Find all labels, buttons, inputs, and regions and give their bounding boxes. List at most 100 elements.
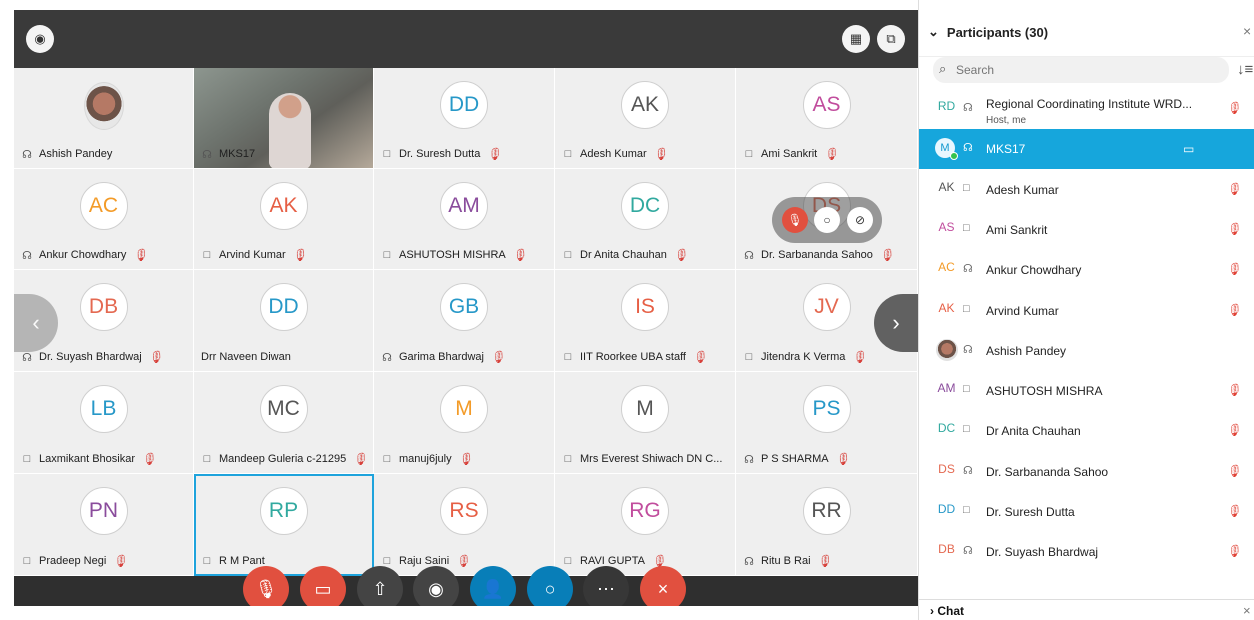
- phone-icon: □: [203, 453, 211, 465]
- participant-row[interactable]: ☊ Ashish Pandey: [919, 331, 1254, 371]
- participant-tile[interactable]: AS □ Ami Sankrit 🎙: [736, 68, 918, 169]
- participant-tile[interactable]: DC □ Dr Anita Chauhan 🎙: [555, 169, 736, 270]
- phone-icon: □: [745, 351, 753, 363]
- participant-name: MKS17: [986, 142, 1026, 157]
- muted-mic-icon: 🎙: [291, 248, 307, 262]
- participant-row[interactable]: AM □ ASHUTOSH MISHRA 🎙: [919, 371, 1254, 411]
- participant-row[interactable]: RD ☊ Regional Coordinating Institute WRD..…: [919, 89, 1254, 129]
- participant-tile[interactable]: M □ Mrs Everest Shiwach DN C... 🎙: [555, 372, 736, 474]
- muted-mic-icon: 🎙: [823, 147, 839, 161]
- participant-label: ☊ Garima Bhardwaj 🎙: [381, 348, 548, 366]
- participant-label: □ Adesh Kumar 🎙: [562, 145, 729, 163]
- participant-name: Ami Sankrit: [761, 148, 818, 160]
- participant-row[interactable]: AK □ Arvind Kumar 🎙: [919, 291, 1254, 331]
- share-icon: ⇧: [372, 578, 388, 599]
- participant-row[interactable]: AS □ Ami Sankrit 🎙: [919, 210, 1254, 250]
- participant-name: Dr. Suresh Dutta: [986, 505, 1075, 519]
- participant-row[interactable]: M ☊ MKS17 ▭: [919, 129, 1254, 170]
- participant-photo: [83, 82, 124, 130]
- phone-icon: □: [564, 453, 572, 465]
- participants-panel: ⌄ Participants (30) × ⌕ ↓≡ RD ☊ Regional Co…: [918, 0, 1254, 620]
- muted-mic-icon: 🎙: [1226, 221, 1242, 236]
- participant-tile[interactable]: DD Drr Naveen Diwan: [194, 270, 374, 372]
- info-button[interactable]: ◉: [26, 25, 54, 53]
- participant-name: Dr. Sarbananda Sahoo: [761, 249, 873, 261]
- participant-tile[interactable]: RG □ RAVI GUPTA 🎙: [555, 474, 736, 576]
- participant-label: ☊ Ankur Chowdhary 🎙: [21, 246, 187, 264]
- tile-remove-button[interactable]: ⊘: [847, 207, 873, 233]
- chevron-right-icon: ›: [930, 604, 934, 618]
- participants-title-group[interactable]: ⌄ Participants (30): [928, 24, 1048, 40]
- participant-label: □ Jitendra K Verma 🎙: [743, 348, 911, 366]
- chevron-right-icon: ›: [892, 310, 900, 335]
- participant-tile[interactable]: AC ☊ Ankur Chowdhary 🎙: [14, 169, 194, 270]
- muted-mic-icon: 🎙: [489, 350, 506, 364]
- participant-label: □ Mandeep Guleria c-21295 🎙: [201, 450, 367, 468]
- participant-label: □ Arvind Kumar 🎙: [201, 246, 367, 264]
- participant-label: □ Mrs Everest Shiwach DN C... 🎙: [562, 450, 729, 468]
- participant-avatar: M: [621, 385, 669, 433]
- participant-tile[interactable]: DD □ Dr. Suresh Dutta 🎙: [374, 68, 555, 169]
- chat-label[interactable]: › Chat: [930, 604, 964, 618]
- participant-avatar: AS: [802, 81, 851, 129]
- phone-icon: □: [383, 453, 391, 465]
- close-chat-button[interactable]: ×: [1243, 603, 1251, 618]
- participant-avatar: AK: [621, 81, 669, 129]
- participant-row[interactable]: AK □ Adesh Kumar 🎙: [919, 170, 1254, 210]
- participant-tile[interactable]: RP □ R M Pant: [194, 474, 374, 576]
- participant-initials: DC: [937, 421, 956, 436]
- participant-tile[interactable]: PS ☊ P S SHARMA 🎙: [736, 372, 918, 474]
- video-area: ◉ ▦ ⧉ ☊ Ashish Pandey ☊ MKS17 DD □ Dr. Suresh …: [0, 0, 918, 620]
- participant-name: P S SHARMA: [761, 453, 829, 465]
- participant-tile[interactable]: GB ☊ Garima Bhardwaj 🎙: [374, 270, 555, 372]
- participant-row[interactable]: DB ☊ Dr. Suyash Bhardwaj 🎙: [919, 532, 1254, 572]
- muted-mic-icon: 🎙: [878, 248, 895, 262]
- participants-header: ⌄ Participants (30) ×: [919, 0, 1254, 57]
- participant-label: □ RAVI GUPTA 🎙: [562, 552, 729, 570]
- tile-chat-button[interactable]: ○: [814, 207, 840, 233]
- participant-list: RD ☊ Regional Coordinating Institute WRD..…: [919, 89, 1254, 598]
- participant-row[interactable]: DS ☊ Dr. Sarbananda Sahoo 🎙: [919, 452, 1254, 492]
- participant-tile[interactable]: ☊ MKS17: [194, 68, 374, 169]
- muted-mic-icon: 🎙: [1226, 181, 1242, 196]
- participant-row[interactable]: DD □ Dr. Suresh Dutta 🎙: [919, 492, 1254, 532]
- participant-tile[interactable]: RS □ Raju Saini 🎙: [374, 474, 555, 576]
- muted-mic-icon: 🎙: [141, 452, 157, 466]
- participant-tile[interactable]: AM □ ASHUTOSH MISHRA 🎙: [374, 169, 555, 270]
- participant-tile[interactable]: AK □ Adesh Kumar 🎙: [555, 68, 736, 169]
- participant-tile[interactable]: LB □ Laxmikant Bhosikar 🎙: [14, 372, 194, 474]
- tile-floating-controls: 🎙 ○ ⊘: [772, 197, 882, 243]
- participant-avatar: DD: [440, 81, 488, 129]
- participant-tile[interactable]: RR ☊ Ritu B Rai 🎙: [736, 474, 918, 576]
- participant-tile[interactable]: IS □ IIT Roorkee UBA staff 🎙: [555, 270, 736, 372]
- participant-row[interactable]: DC □ Dr Anita Chauhan 🎙: [919, 411, 1254, 451]
- participant-row[interactable]: AC ☊ Ankur Chowdhary 🎙: [919, 250, 1254, 290]
- participant-tile[interactable]: AK □ Arvind Kumar 🎙: [194, 169, 374, 270]
- participant-initials: AM: [937, 381, 956, 396]
- search-input[interactable]: [956, 62, 1216, 78]
- participants-title: Participants (30): [946, 24, 1049, 40]
- grid-view-button[interactable]: ▦: [842, 25, 870, 53]
- participant-avatar: MC: [259, 385, 308, 433]
- tile-mute-button[interactable]: 🎙: [782, 207, 808, 233]
- participant-tile[interactable]: ☊ Ashish Pandey: [14, 68, 194, 169]
- participant-tile[interactable]: M □ manuj6july 🎙: [374, 372, 555, 474]
- participant-tile[interactable]: PN □ Pradeep Negi 🎙: [14, 474, 194, 576]
- participant-label: □ Dr Anita Chauhan 🎙: [562, 246, 729, 264]
- participant-name: Dr. Suyash Bhardwaj: [39, 351, 142, 363]
- muted-mic-icon: 🎙: [1226, 262, 1242, 277]
- record-icon: ◉: [428, 578, 444, 599]
- phone-icon: □: [564, 555, 572, 567]
- muted-mic-icon: 🎙: [1226, 504, 1242, 518]
- popout-button[interactable]: ⧉: [877, 25, 905, 53]
- participant-tile[interactable]: MC □ Mandeep Guleria c-21295 🎙: [194, 372, 374, 474]
- participant-label: Drr Naveen Diwan: [201, 348, 367, 366]
- sort-icon[interactable]: ↓≡: [1237, 61, 1253, 78]
- participant-name: Adesh Kumar: [580, 148, 647, 160]
- participant-name: Dr. Suresh Dutta: [399, 148, 481, 160]
- participant-name: IIT Roorkee UBA staff: [580, 351, 686, 363]
- muted-mic-icon: 🎙: [1226, 101, 1242, 115]
- participant-initials: DD: [937, 502, 956, 516]
- muted-mic-icon: 🎙: [652, 147, 668, 161]
- close-participants-button[interactable]: ×: [1243, 23, 1251, 39]
